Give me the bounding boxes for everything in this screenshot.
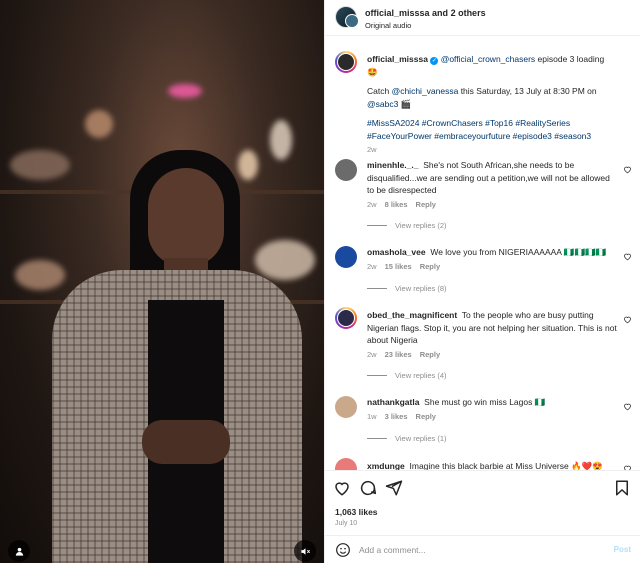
commenter-avatar[interactable] — [335, 246, 357, 268]
commenter-username[interactable]: minenhle._._ — [367, 160, 419, 170]
comment-body: obed_the_magnificent To the people who a… — [367, 309, 617, 361]
caption-mention[interactable]: @official_crown_chasers — [441, 54, 535, 64]
commenter-username[interactable]: obed_the_magnificent — [367, 310, 457, 320]
post-actions: 1,063 likes July 10 — [325, 470, 640, 532]
comment-text: She must go win miss Lagos 🇳🇬 — [424, 397, 546, 407]
add-comment-bar: Post — [325, 535, 640, 563]
bokeh-light — [168, 84, 202, 98]
comment-time: 1w — [367, 411, 377, 421]
reply-button[interactable]: Reply — [420, 262, 440, 271]
comment-text: We love you from NIGERIAAAAAA 🇳🇬🇳🇬🇳🇬🇳🇬 — [430, 247, 607, 257]
reply-button[interactable]: Reply — [416, 200, 436, 209]
muted-speaker-icon[interactable] — [294, 540, 316, 562]
presenter-figure — [52, 150, 302, 563]
post-video[interactable] — [0, 0, 324, 563]
heart-icon[interactable] — [333, 479, 351, 497]
comment-body: omashola_vee We love you from NIGERIAAAA… — [367, 246, 617, 273]
audio-label[interactable]: Original audio — [365, 21, 411, 30]
comment-likes[interactable]: 23 likes — [385, 350, 412, 359]
heart-icon[interactable] — [623, 402, 632, 411]
caption-username[interactable]: official_misssa — [367, 54, 428, 64]
comment-time: 2w — [367, 349, 377, 359]
bookmark-icon[interactable] — [613, 479, 631, 497]
commenter-avatar[interactable] — [335, 307, 357, 329]
post-sidebar: official_misssa and 2 others Original au… — [324, 0, 640, 563]
caption-text: Catch — [367, 86, 392, 96]
verified-badge-icon: ✓ — [430, 57, 439, 65]
collab-avatar[interactable] — [345, 14, 359, 28]
comment-time: 2w — [367, 261, 377, 271]
caption-mention[interactable]: @sabc3 — [367, 99, 398, 109]
comment-input[interactable] — [359, 542, 599, 558]
view-replies-button[interactable]: View replies (1) — [367, 434, 447, 443]
comment-body: xmdunge Imagine this black barbie at Mis… — [367, 460, 617, 470]
heart-icon[interactable] — [623, 315, 632, 324]
caption-body: official_misssa ✓ @official_crown_chaser… — [367, 53, 617, 157]
comments-list[interactable]: official_misssa ✓ @official_crown_chaser… — [325, 37, 640, 470]
bokeh-light — [85, 110, 113, 138]
comment-body: nathankgatla She must go win miss Lagos … — [367, 396, 617, 423]
comment-likes[interactable]: 8 likes — [385, 200, 408, 209]
others-link[interactable]: 2 others — [451, 8, 486, 18]
comment-likes[interactable]: 15 likes — [385, 262, 412, 271]
author-username[interactable]: official_misssa — [365, 8, 430, 18]
commenter-username[interactable]: xmdunge — [367, 461, 405, 470]
face — [148, 168, 224, 266]
view-replies-button[interactable]: View replies (4) — [367, 371, 447, 380]
comment-body: minenhle._._ She's not South African,she… — [367, 159, 617, 211]
view-replies-button[interactable]: View replies (8) — [367, 284, 447, 293]
commenter-avatar[interactable] — [335, 458, 357, 470]
comment-time: 2w — [367, 199, 377, 209]
heart-icon[interactable] — [623, 252, 632, 261]
comment-icon[interactable] — [359, 479, 377, 497]
post-date: July 10 — [335, 520, 358, 527]
commenter-username[interactable]: nathankgatla — [367, 397, 419, 407]
post-authors[interactable]: official_misssa and 2 others — [365, 8, 486, 18]
like-count[interactable]: 1,063 likes — [335, 507, 378, 517]
share-icon[interactable] — [385, 479, 403, 497]
comment-likes[interactable]: 3 likes — [385, 412, 408, 421]
view-replies-button[interactable]: View replies (2) — [367, 221, 447, 230]
caption-avatar[interactable] — [335, 51, 357, 73]
caption-text: 🎬 — [398, 98, 412, 109]
commenter-avatar[interactable] — [335, 396, 357, 418]
user-tag-icon[interactable] — [8, 540, 30, 562]
post-header: official_misssa and 2 others Original au… — [325, 0, 640, 36]
reply-button[interactable]: Reply — [420, 350, 440, 359]
caption-time: 2w — [367, 145, 377, 154]
commenter-username[interactable]: omashola_vee — [367, 247, 426, 257]
emoji-icon[interactable] — [335, 542, 351, 558]
caption-hashtags[interactable]: #FaceYourPower #embraceyourfuture #episo… — [367, 130, 617, 143]
commenter-avatar[interactable] — [335, 159, 357, 181]
caption-hashtags[interactable]: #MissSA2024 #CrownChasers #Top16 #Realit… — [367, 117, 617, 130]
authors-joiner: and — [429, 8, 451, 18]
hands — [142, 420, 230, 464]
comment-text: Imagine this black barbie at Miss Univer… — [409, 461, 603, 470]
caption-text: this Saturday, 13 July at 8:30 PM on — [458, 86, 597, 96]
reply-button[interactable]: Reply — [416, 412, 436, 421]
heart-icon[interactable] — [623, 165, 632, 174]
caption-mention[interactable]: @chichi_vanessa — [392, 86, 459, 96]
post-button[interactable]: Post — [614, 545, 631, 554]
post-modal: official_misssa and 2 others Original au… — [0, 0, 640, 563]
